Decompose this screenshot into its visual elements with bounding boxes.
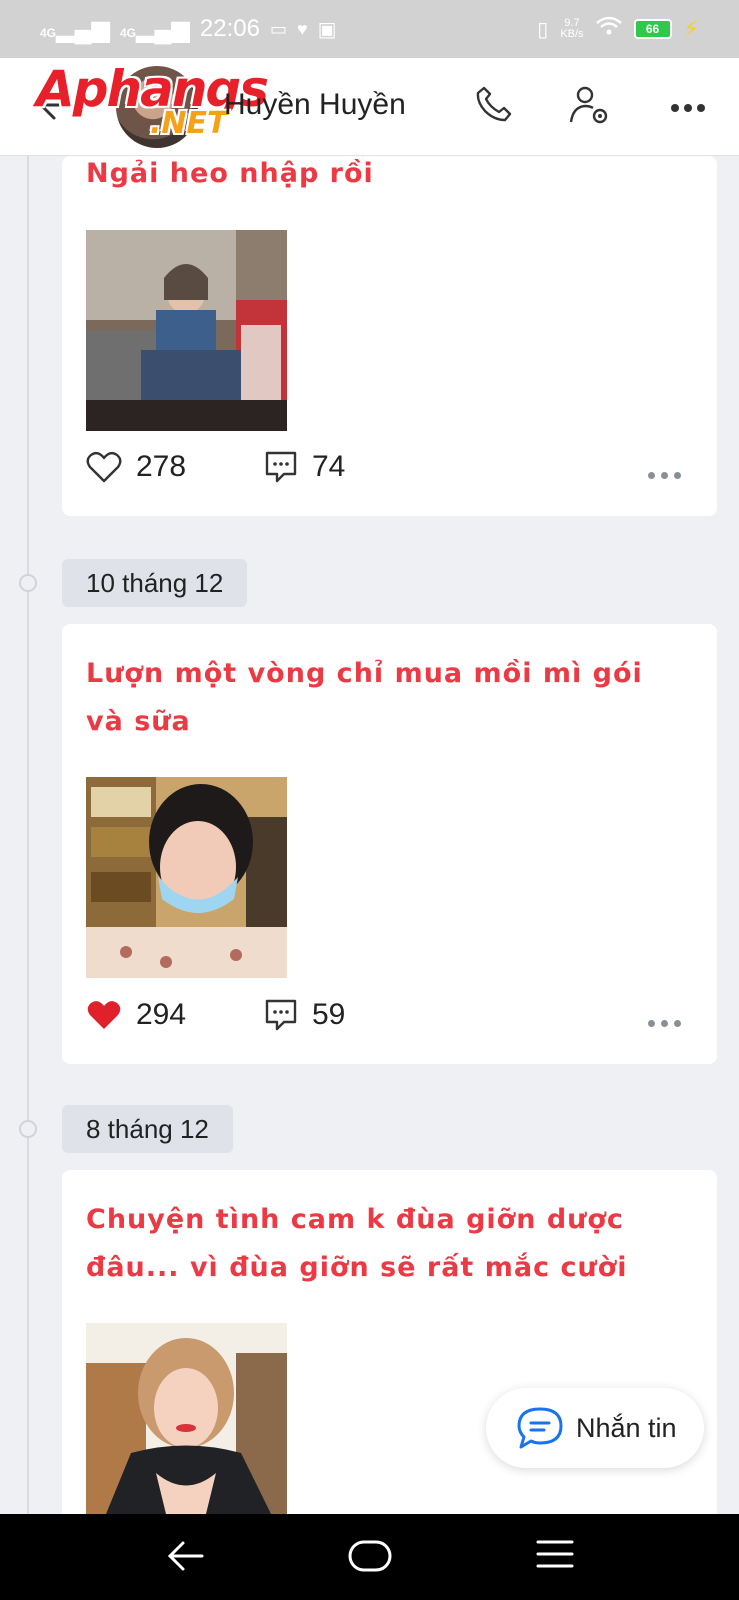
nav-menu-button[interactable] (536, 1536, 574, 1577)
network-label-1: 4G (40, 25, 57, 40)
watermark-logo-net: .NET (150, 106, 228, 141)
like-button[interactable]: 294 (86, 998, 186, 1032)
nav-home-button[interactable] (348, 1538, 392, 1579)
chat-bubble-icon (517, 1407, 563, 1449)
dot-icon (648, 1020, 655, 1027)
call-button[interactable] (474, 84, 514, 129)
post-title-line: và sữa (86, 706, 191, 737)
post-title: Lượn một vòng chỉ mua mồi mì gói và sữa (86, 650, 643, 746)
heart-outline-icon (86, 451, 122, 483)
notification-icon: ▭ (269, 18, 287, 39)
system-nav-bar (0, 1514, 739, 1600)
heart-filled-icon (87, 1001, 121, 1029)
more-options-button[interactable] (670, 100, 706, 118)
post-more-button[interactable] (648, 1020, 681, 1027)
post-title: Ngải heo nhập rồi (86, 150, 374, 198)
like-count: 278 (136, 450, 187, 483)
message-button-label: Nhắn tin (576, 1412, 677, 1443)
dot-icon (648, 472, 655, 479)
dot-icon (674, 472, 681, 479)
message-button[interactable]: Nhắn tin (486, 1388, 704, 1468)
post-title-line: Ngải heo nhập rồi (86, 158, 374, 189)
dot-icon (674, 1020, 681, 1027)
comment-button[interactable]: 74 (264, 450, 345, 484)
vibrate-icon: ▯ (537, 18, 549, 41)
post-title: Chuyện tình cam k đùa giỡn dược đâu... v… (86, 1196, 628, 1292)
post-photo[interactable] (86, 1323, 287, 1514)
profile-settings-button[interactable] (568, 84, 612, 133)
signal-bars-icon: ▂▄▆ (56, 15, 110, 43)
photo-image (86, 230, 287, 431)
network-label-2: 4G (119, 25, 136, 40)
post-card: Ngải heo nhập rồi 278 74 (62, 156, 717, 516)
photo-image (86, 1323, 287, 1514)
signal-bars-icon: ▂▄▆ (135, 15, 190, 43)
clock: 22:06 (199, 15, 260, 42)
like-count: 294 (136, 998, 187, 1031)
post-more-button[interactable] (648, 472, 681, 479)
page-title: Huyền Huyền (224, 88, 406, 121)
speed-unit: KB/s (560, 28, 584, 40)
dot-icon (661, 472, 668, 479)
dot-icon (661, 1020, 668, 1027)
nav-back-button[interactable] (166, 1536, 206, 1581)
comment-count: 74 (312, 450, 346, 483)
heart-notification-icon: ♥ (296, 18, 308, 39)
comment-button[interactable]: 59 (264, 998, 345, 1032)
nav-back-icon (167, 1541, 204, 1571)
nav-menu-icon (536, 1540, 574, 1568)
post-card: Lượn một vòng chỉ mua mồi mì gói và sữa … (62, 624, 717, 1064)
like-button[interactable]: 278 (86, 450, 186, 484)
comment-icon (265, 999, 297, 1031)
post-title-line: đâu... vì đùa giỡn sẽ rất mắc cười (86, 1252, 628, 1283)
date-label: 10 tháng 12 (62, 559, 248, 607)
status-bar: 4G▂▄▆ 4G▂▄▆ 22:06 ▭ ♥ ▣ ▯ 9.7 KB/s 66 ⚡ (0, 0, 739, 58)
more-horizontal-icon (671, 104, 705, 112)
photo-image (86, 777, 287, 978)
charging-icon: ⚡ (683, 16, 699, 41)
comment-icon (265, 451, 297, 483)
post-photo[interactable] (86, 230, 287, 431)
network-speed: 9.7 KB/s (560, 18, 583, 40)
timeline-dot (19, 574, 37, 592)
user-settings-icon (569, 86, 608, 124)
wifi-icon (595, 15, 622, 43)
signal-1: 4G▂▄▆ (40, 15, 110, 44)
post-photo[interactable] (86, 777, 287, 978)
timeline-line (27, 156, 29, 1516)
app-notification-icon: ▣ (317, 18, 337, 41)
phone-icon (476, 86, 512, 122)
timeline-dot (19, 1120, 37, 1138)
date-label: 8 tháng 12 (62, 1105, 233, 1153)
comment-count: 59 (312, 998, 346, 1031)
nav-home-icon (348, 1540, 392, 1572)
post-title-line: Chuyện tình cam k đùa giỡn dược (86, 1204, 624, 1235)
battery-icon: 66 (633, 19, 672, 39)
post-title-line: Lượn một vòng chỉ mua mồi mì gói (86, 658, 643, 689)
post-card: Chuyện tình cam k đùa giỡn dược đâu... v… (62, 1170, 717, 1530)
profile-header: Aphangs .NET Huyền Huyền (0, 58, 739, 156)
signal-2: 4G▂▄▆ (120, 15, 190, 44)
